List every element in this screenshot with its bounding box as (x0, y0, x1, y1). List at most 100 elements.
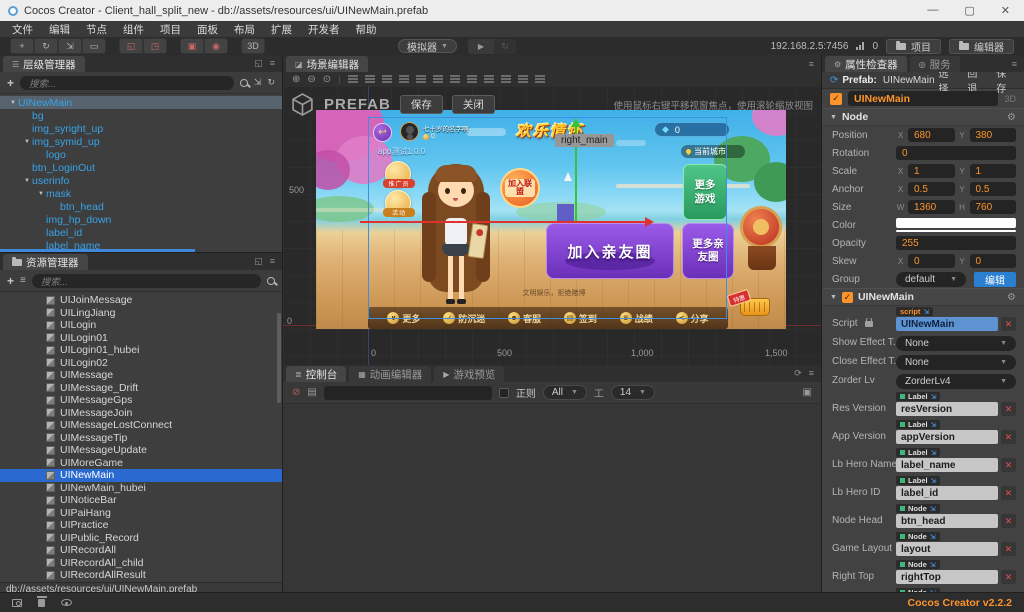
number-field[interactable]: 380 (969, 128, 1016, 142)
open-link-icon[interactable]: ⇲ (931, 421, 937, 429)
asset-item[interactable]: UIPaiHang (0, 507, 282, 520)
group-dropdown[interactable]: default ▼ (896, 271, 966, 287)
enum-dropdown[interactable]: None ▼ (896, 336, 1016, 351)
asset-item[interactable]: UIPublic_Record (0, 532, 282, 545)
node-name-field[interactable]: UINewMain (848, 91, 999, 106)
align-tool-icon[interactable] (449, 75, 460, 83)
panel-menu-icon[interactable]: ≡ (270, 256, 275, 267)
align-tool-icon[interactable] (364, 75, 375, 83)
remove-reference-button[interactable]: ✕ (1001, 542, 1016, 556)
menu-item[interactable]: 节点 (78, 22, 115, 37)
support-button[interactable]: ☻ 客服 (508, 312, 541, 325)
gizmo-xy-handle[interactable] (557, 204, 574, 221)
search-icon[interactable] (239, 78, 248, 87)
diamond-counter[interactable]: ◆ 0 (654, 122, 730, 137)
tab-console[interactable]: ≣ 控制台 (286, 366, 347, 382)
tab-game-preview[interactable]: ▶ 游戏预览 (434, 366, 505, 382)
panel-layout-icon[interactable]: ◱ (254, 58, 263, 69)
align-tool-icon[interactable] (534, 75, 545, 83)
records-button[interactable]: ♛ 战绩 (619, 312, 653, 325)
tree-node[interactable]: label_id (0, 226, 282, 239)
font-size-dropdown[interactable]: 14 ▼ (610, 385, 655, 400)
create-asset-button[interactable]: + (7, 274, 14, 288)
asset-item[interactable]: UIMessageUpdate (0, 444, 282, 457)
asset-item[interactable]: UIJoinMessage (0, 294, 282, 307)
number-field[interactable]: 760 (969, 200, 1016, 214)
assets-scrollbar[interactable] (277, 313, 281, 403)
asset-item[interactable]: UILogin01 (0, 332, 282, 345)
tree-node[interactable]: img_syright_up (0, 122, 282, 135)
gear-icon[interactable]: ⚙ (1007, 292, 1016, 303)
reference-field[interactable]: label_id (896, 486, 998, 500)
color-swatch[interactable] (896, 218, 1016, 232)
align-tool-icon[interactable] (381, 75, 392, 83)
zoom-reset-icon[interactable]: ⊙ (323, 74, 331, 85)
close-button[interactable]: ✕ (1001, 4, 1010, 17)
panel-menu-icon[interactable]: ≡ (809, 368, 814, 379)
remove-reference-button[interactable]: ✕ (1001, 570, 1016, 584)
tree-node[interactable]: img_hp_down (0, 213, 282, 226)
menu-item[interactable]: 开发者 (300, 22, 348, 37)
asset-item[interactable]: UILogin (0, 319, 282, 332)
number-field[interactable]: 0 (908, 254, 955, 268)
menu-item[interactable]: 编辑 (41, 22, 78, 37)
asset-item[interactable]: UIRecordAll (0, 544, 282, 557)
more-button[interactable]: ∨ 更多 (387, 312, 420, 325)
align-tool-icon[interactable] (415, 75, 426, 83)
gear-icon[interactable]: ⚙ (1007, 112, 1016, 123)
zoom-in-icon[interactable]: ⊕ (292, 74, 300, 85)
reference-field[interactable]: appVersion (896, 430, 998, 444)
gizmo-x-axis[interactable] (360, 217, 654, 227)
scale-tool-icon[interactable]: ⇲ (59, 39, 81, 53)
regex-checkbox[interactable] (498, 387, 509, 398)
asset-item[interactable]: UIRecordAllResult (0, 569, 282, 582)
asset-item[interactable]: UIMessageGps (0, 394, 282, 407)
align-tool-icon[interactable] (500, 75, 511, 83)
asset-item[interactable]: UINewMain (0, 469, 282, 482)
align-tool-icon[interactable] (517, 75, 528, 83)
remove-reference-button[interactable]: ✕ (1001, 430, 1016, 444)
asset-item[interactable]: UILogin01_hubei (0, 344, 282, 357)
asset-item[interactable]: UIMessageTip (0, 432, 282, 445)
asset-item[interactable]: UINewMain_hubei (0, 482, 282, 495)
asset-item[interactable]: UILingJiang (0, 307, 282, 320)
sort-assets-icon[interactable]: ≡ (20, 275, 26, 286)
asset-item[interactable]: UILogin02 (0, 357, 282, 370)
player-avatar[interactable] (400, 122, 419, 141)
number-field[interactable]: 1 (908, 164, 955, 178)
eye-icon[interactable] (61, 599, 72, 606)
tree-node[interactable]: btn_head (0, 200, 282, 213)
popout-icon[interactable]: ▣ (803, 387, 812, 398)
refresh-button[interactable]: ↻ (493, 38, 516, 54)
pivot-toggle-icon[interactable]: ◱ (120, 39, 142, 53)
asset-item[interactable]: UIMessage_Drift (0, 382, 282, 395)
number-field[interactable]: 1 (969, 164, 1016, 178)
panel-menu-icon[interactable]: ≡ (809, 59, 814, 69)
number-field[interactable]: 0.5 (969, 182, 1016, 196)
remove-reference-button[interactable]: ✕ (1001, 514, 1016, 528)
tab-animation-editor[interactable]: ▦ 动画编辑器 (349, 366, 432, 382)
search-icon[interactable] (267, 276, 275, 285)
refresh-hierarchy-icon[interactable]: ↻ (267, 77, 275, 88)
remove-reference-button[interactable]: ✕ (1001, 486, 1016, 500)
number-field[interactable]: 255 (896, 236, 1016, 250)
tab-assets[interactable]: 资源管理器 (3, 254, 88, 270)
tab-service[interactable]: ◎ 服务 (909, 56, 960, 72)
open-link-icon[interactable]: ⇲ (931, 477, 937, 485)
expand-arrow-icon[interactable]: ▼ (22, 178, 32, 184)
back-button[interactable]: ↩ (373, 123, 392, 142)
collapse-arrow-icon[interactable]: ▼ (830, 294, 837, 301)
number-field[interactable]: 1360 (908, 200, 955, 214)
log-level-dropdown[interactable]: All ▼ (542, 385, 587, 400)
align-tool-icon[interactable] (483, 75, 494, 83)
tree-node[interactable]: ▼ img_symid_up (0, 135, 282, 148)
open-link-icon[interactable]: ⇲ (930, 505, 936, 513)
edit-group-button[interactable]: 编辑 (974, 271, 1016, 287)
asset-item[interactable]: UIMessage (0, 369, 282, 382)
3d-mode-button[interactable]: 3D (242, 39, 264, 53)
asset-item[interactable]: UIMoreGame (0, 457, 282, 470)
join-circle-button[interactable]: 加入亲友圈 (546, 223, 674, 279)
menu-item[interactable]: 帮助 (348, 22, 385, 37)
tree-node[interactable]: ▼ userinfo (0, 174, 282, 187)
open-link-icon[interactable]: ⇲ (923, 308, 929, 316)
